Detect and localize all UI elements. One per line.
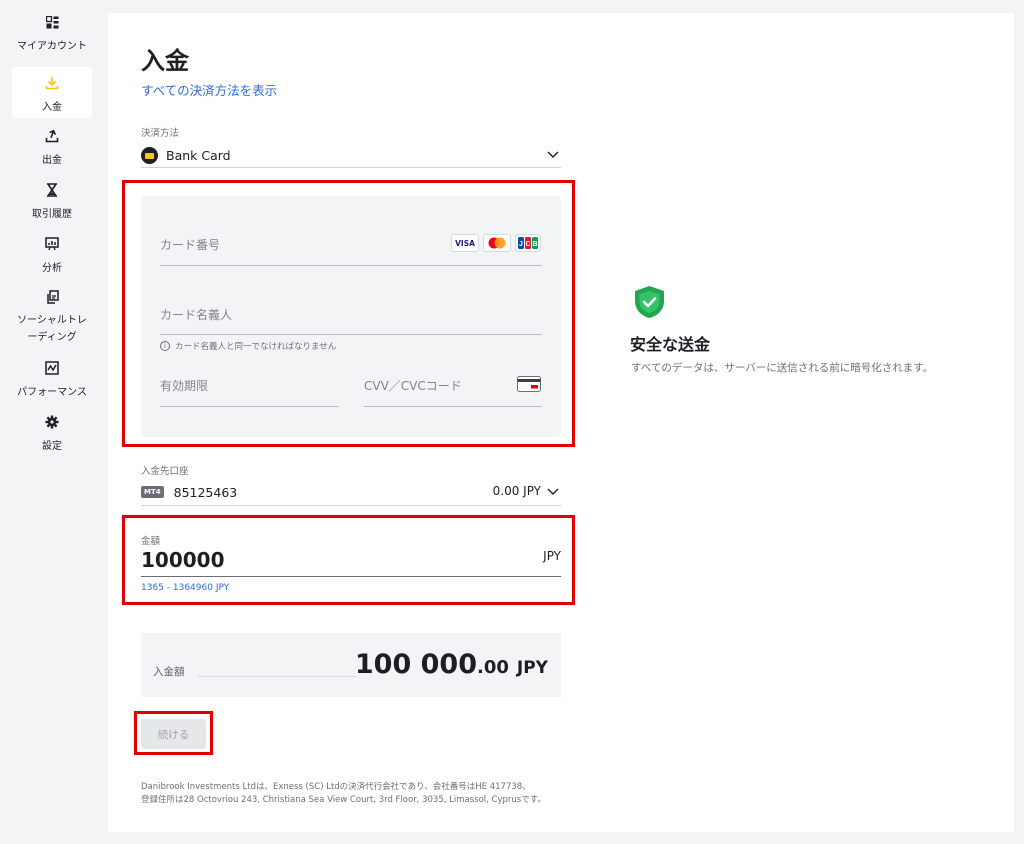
all-payment-methods-link[interactable]: すべての決済方法を表示: [141, 80, 277, 99]
sidebar-item-label: マイアカウント: [17, 41, 87, 52]
dashboard-icon: [44, 14, 60, 30]
info-icon: i: [160, 341, 170, 351]
secure-title: 安全な送金: [630, 335, 711, 354]
footer-line: Danibrook Investments Ltdは、Exness (SC) L…: [141, 782, 531, 792]
sidebar-item-label: 取引履歴: [32, 209, 72, 220]
sidebar: マイアカウント 入金 出金 取引履歴 分析 ソーシャルトレーディング パフォーマ…: [0, 0, 104, 844]
card-holder-input[interactable]: カード名義人: [160, 306, 232, 323]
footer-line: 登録住所は28 Octovriou 243, Christiana Sea Vi…: [141, 795, 546, 805]
payment-method-value: Bank Card: [166, 148, 231, 163]
sidebar-item-label: 出金: [42, 155, 62, 166]
sidebar-item-history[interactable]: 取引履歴: [12, 182, 92, 226]
sidebar-item-label: 設定: [42, 441, 62, 452]
summary-divider: [198, 676, 356, 677]
svg-text:B: B: [532, 241, 537, 248]
sidebar-item-withdraw[interactable]: 出金: [12, 128, 92, 172]
sidebar-item-analytics[interactable]: 分析: [12, 236, 92, 280]
bank-card-icon: [141, 147, 158, 164]
sidebar-item-settings[interactable]: 設定: [12, 414, 92, 458]
payment-method-label: 決済方法: [141, 128, 180, 139]
chevron-down-icon: [547, 151, 559, 158]
card-number-underline: [160, 265, 542, 266]
jcb-icon: JCB: [515, 234, 541, 252]
summary-amount: 100 000 .00 JPY: [355, 649, 548, 680]
account-balance: 0.00 JPY: [492, 484, 541, 498]
account-select[interactable]: MT4 85125463 0.00 JPY: [141, 479, 561, 506]
card-back-icon: [517, 376, 541, 392]
sidebar-item-label: ソーシャルトレーディング: [17, 315, 87, 343]
deposit-panel: 入金 すべての決済方法を表示 決済方法 Bank Card カード番号 VISA…: [108, 13, 1014, 832]
amount-currency: JPY: [543, 549, 561, 563]
account-number: 85125463: [173, 484, 238, 500]
sidebar-item-social-trading[interactable]: ソーシャルトレーディング: [12, 290, 92, 343]
sidebar-item-performance[interactable]: パフォーマンス: [12, 360, 92, 404]
shield-check-icon: [635, 286, 664, 318]
chevron-down-icon: [547, 488, 559, 495]
cvv-underline: [364, 406, 542, 407]
cvv-input[interactable]: CVV／CVCコード: [364, 377, 462, 394]
withdraw-icon: [44, 128, 60, 144]
sidebar-item-label: 入金: [42, 102, 62, 113]
summary-decimal: .00: [477, 657, 509, 678]
performance-icon: [44, 360, 60, 376]
amount-range: 1365 - 1364960 JPY: [141, 583, 230, 593]
summary-label: 入金額: [153, 666, 185, 678]
card-holder-hint-text: カード名義人と同一でなければなりません: [175, 342, 337, 352]
account-label: 入金先口座: [141, 466, 189, 477]
card-form: カード番号 VISA JCB カード名義人 i カード名義人と同一でなければなり…: [141, 196, 561, 437]
deposit-icon: [44, 75, 60, 91]
card-holder-underline: [160, 334, 542, 335]
payment-method-select[interactable]: Bank Card: [141, 144, 561, 168]
svg-text:J: J: [519, 241, 523, 248]
gear-icon: [44, 414, 60, 430]
hourglass-icon: [44, 182, 60, 198]
expiry-input[interactable]: 有効期限: [160, 377, 208, 394]
amount-value: 100000: [141, 548, 225, 572]
sidebar-item-deposit[interactable]: 入金: [12, 67, 92, 118]
continue-button[interactable]: 続ける: [141, 719, 206, 749]
sidebar-item-label: 分析: [42, 263, 62, 274]
secure-subtitle: すべてのデータは、サーバーに送信される前に暗号化されます。: [631, 362, 934, 374]
card-holder-hint: i カード名義人と同一でなければなりません: [160, 340, 336, 352]
page-title: 入金: [141, 47, 189, 75]
legal-footer: Danibrook Investments Ltdは、Exness (SC) L…: [141, 781, 591, 807]
deposit-summary: 入金額 100 000 .00 JPY: [141, 633, 561, 697]
analytics-icon: [44, 236, 60, 252]
amount-label: 金額: [141, 536, 161, 547]
mastercard-icon: [483, 234, 511, 252]
svg-text:C: C: [525, 241, 530, 248]
visa-icon: VISA: [451, 234, 479, 252]
amount-input[interactable]: 100000 JPY: [141, 546, 561, 577]
expiry-underline: [160, 406, 339, 407]
copy-trading-icon: [44, 290, 60, 304]
platform-badge: MT4: [141, 486, 164, 498]
card-number-input[interactable]: カード番号: [160, 236, 220, 253]
sidebar-item-label: パフォーマンス: [17, 387, 87, 398]
sidebar-item-my-account[interactable]: マイアカウント: [12, 14, 92, 58]
summary-currency: JPY: [516, 658, 548, 678]
summary-integer: 100 000: [354, 649, 477, 680]
